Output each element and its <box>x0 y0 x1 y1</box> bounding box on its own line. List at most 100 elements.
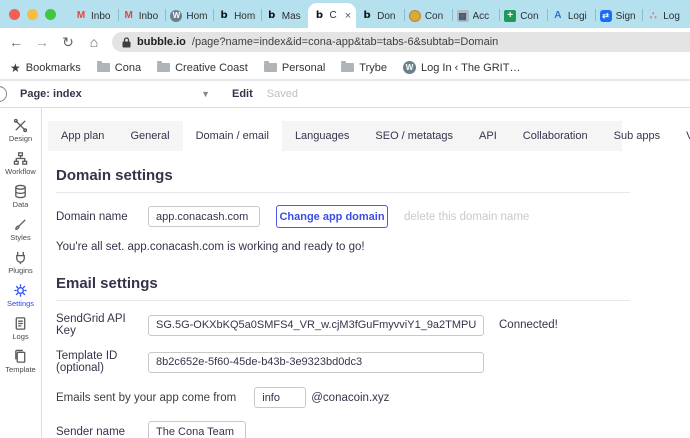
sidebar-item-label: Styles <box>10 233 31 242</box>
sidebar-item-label: Workflow <box>5 167 36 176</box>
close-window-button[interactable] <box>9 8 20 20</box>
document-icon <box>15 317 26 330</box>
email-from-input[interactable] <box>254 387 307 408</box>
edit-button[interactable]: Edit <box>232 88 253 100</box>
browser-tab[interactable]: M Inbo <box>70 4 118 28</box>
browser-tab[interactable]: b Hom <box>213 4 261 28</box>
browser-tabstrip: M Inbo M Inbo W Hom b Hom b Mas b C × b … <box>0 0 690 28</box>
sidebar-item-label: Design <box>8 134 33 143</box>
tab-label: Inbo <box>138 10 159 22</box>
tab-languages[interactable]: Languages <box>282 121 362 151</box>
sidebar-item-settings[interactable]: Settings <box>0 279 41 312</box>
gear-icon <box>14 284 27 297</box>
forward-icon[interactable]: → <box>34 34 50 50</box>
browser-tab[interactable]: A Logi <box>546 4 595 28</box>
tab-label: C <box>329 10 337 21</box>
browser-tab[interactable]: ⇄ Sign <box>594 4 643 28</box>
tab-seo-metatags[interactable]: SEO / metatags <box>362 121 466 151</box>
browser-tab[interactable]: + Con <box>499 4 547 28</box>
template-id-input[interactable] <box>148 351 484 373</box>
bookmark-folder[interactable]: Cona <box>96 61 142 74</box>
editor-header: Page: index ▼ Edit Saved <box>0 81 690 108</box>
tab-label: Hom <box>234 10 256 22</box>
bookmarks-bar: ★ Bookmarks Cona Creative Coast Personal… <box>0 56 690 81</box>
address-bar: ← → ↻ ⌂ bubble.io/page?name=index&id=con… <box>0 28 690 56</box>
domain-name-label: Domain name <box>56 210 128 223</box>
sender-name-label: Sender name <box>56 425 126 438</box>
tab-label: Logi <box>567 10 587 22</box>
bookmark-label: Log In ‹ The GRIT… <box>421 61 521 74</box>
sidebar-item-logs[interactable]: Logs <box>0 312 41 345</box>
template-pages-icon <box>15 349 26 363</box>
tab-api[interactable]: API <box>466 121 510 151</box>
home-icon[interactable]: ⌂ <box>86 34 102 50</box>
sidebar-item-styles[interactable]: Styles <box>0 213 41 246</box>
bookmark-folder[interactable]: Personal <box>263 61 326 74</box>
bubble-icon: b <box>268 10 276 21</box>
sendgrid-api-key-label: SendGrid API Key <box>56 313 126 337</box>
browser-tab[interactable]: Con <box>403 4 452 28</box>
tab-sub-apps[interactable]: Sub apps <box>601 121 673 151</box>
browser-tab[interactable]: ∴ Log <box>642 4 690 28</box>
browser-tab[interactable]: ▦ Acc <box>451 4 500 28</box>
sender-name-input[interactable] <box>148 421 246 438</box>
bookmark-label: Creative Coast <box>175 61 248 74</box>
template-id-row: Template ID (optional) <box>56 350 690 374</box>
calculator-icon: ▦ <box>456 10 469 22</box>
window-controls <box>0 0 70 28</box>
bookmark-wordpress[interactable]: W Log In ‹ The GRIT… <box>403 61 520 74</box>
browser-tab[interactable]: M Inbo <box>117 4 166 28</box>
browser-tab[interactable]: b Don <box>356 4 404 28</box>
domain-name-input[interactable] <box>148 206 260 227</box>
change-app-domain-button[interactable]: Change app domain <box>276 205 388 228</box>
page-selector[interactable]: Page: index ▼ <box>20 88 210 100</box>
sidebar-item-data[interactable]: Data <box>0 180 41 213</box>
bookmark-folder[interactable]: Creative Coast <box>157 61 248 74</box>
sidebar-item-plugins[interactable]: Plugins <box>0 246 41 279</box>
sidebar-item-template[interactable]: Template <box>0 345 41 378</box>
three-dots-icon: ∴ <box>649 10 657 22</box>
back-icon[interactable]: ← <box>8 34 24 50</box>
browser-tab[interactable]: b Mas <box>260 4 309 28</box>
minimize-window-button[interactable] <box>27 8 38 20</box>
tab-versions[interactable]: Versions <box>673 121 690 151</box>
browser-tab-active[interactable]: b C × <box>308 3 357 28</box>
sidebar-item-label: Logs <box>12 332 29 341</box>
coin-icon <box>408 10 421 22</box>
help-circle-icon <box>0 86 7 102</box>
database-icon <box>15 184 26 199</box>
folder-icon <box>341 61 355 72</box>
sidebar-item-design[interactable]: Design <box>0 114 41 147</box>
domain-status-text: You're all set. app.conacash.com is work… <box>56 241 365 253</box>
tab-label: Log <box>663 10 680 22</box>
settings-tab-bar: App plan General Domain / email Language… <box>48 121 690 151</box>
bookmarks-root[interactable]: ★ Bookmarks <box>10 61 81 75</box>
plus-cross-icon: + <box>504 10 517 22</box>
bubble-icon: b <box>220 10 228 21</box>
url-field[interactable]: bubble.io/page?name=index&id=cona-app&ta… <box>112 32 690 52</box>
star-icon: ★ <box>10 60 21 75</box>
sidebar-item-label: Settings <box>6 299 35 308</box>
connected-status: Connected! <box>499 319 558 331</box>
page-selector-label: Page: index <box>20 88 82 100</box>
bookmark-label: Personal <box>281 61 326 74</box>
bubble-icon: b <box>315 9 324 21</box>
tab-label: Con <box>424 10 444 22</box>
browser-tab[interactable]: W Hom <box>165 4 213 28</box>
maximize-window-button[interactable] <box>45 8 56 20</box>
bookmark-label: Cona <box>114 61 142 74</box>
sidebar-item-label: Template <box>5 365 36 374</box>
saved-status: Saved <box>266 88 298 100</box>
sendgrid-api-key-input[interactable] <box>148 314 484 336</box>
tab-domain-email[interactable]: Domain / email <box>182 121 282 151</box>
sender-name-row: Sender name <box>56 421 690 438</box>
sidebar-item-workflow[interactable]: Workflow <box>0 147 41 180</box>
tab-collaboration[interactable]: Collaboration <box>510 121 601 151</box>
email-from-domain: @conacoin.xyz <box>311 391 390 404</box>
tab-general[interactable]: General <box>117 121 182 151</box>
reload-icon[interactable]: ↻ <box>60 34 76 51</box>
tab-app-plan[interactable]: App plan <box>48 121 117 151</box>
bookmark-folder[interactable]: Trybe <box>341 61 387 74</box>
close-tab-icon[interactable]: × <box>345 10 351 22</box>
delete-domain-link[interactable]: delete this domain name <box>404 211 529 223</box>
